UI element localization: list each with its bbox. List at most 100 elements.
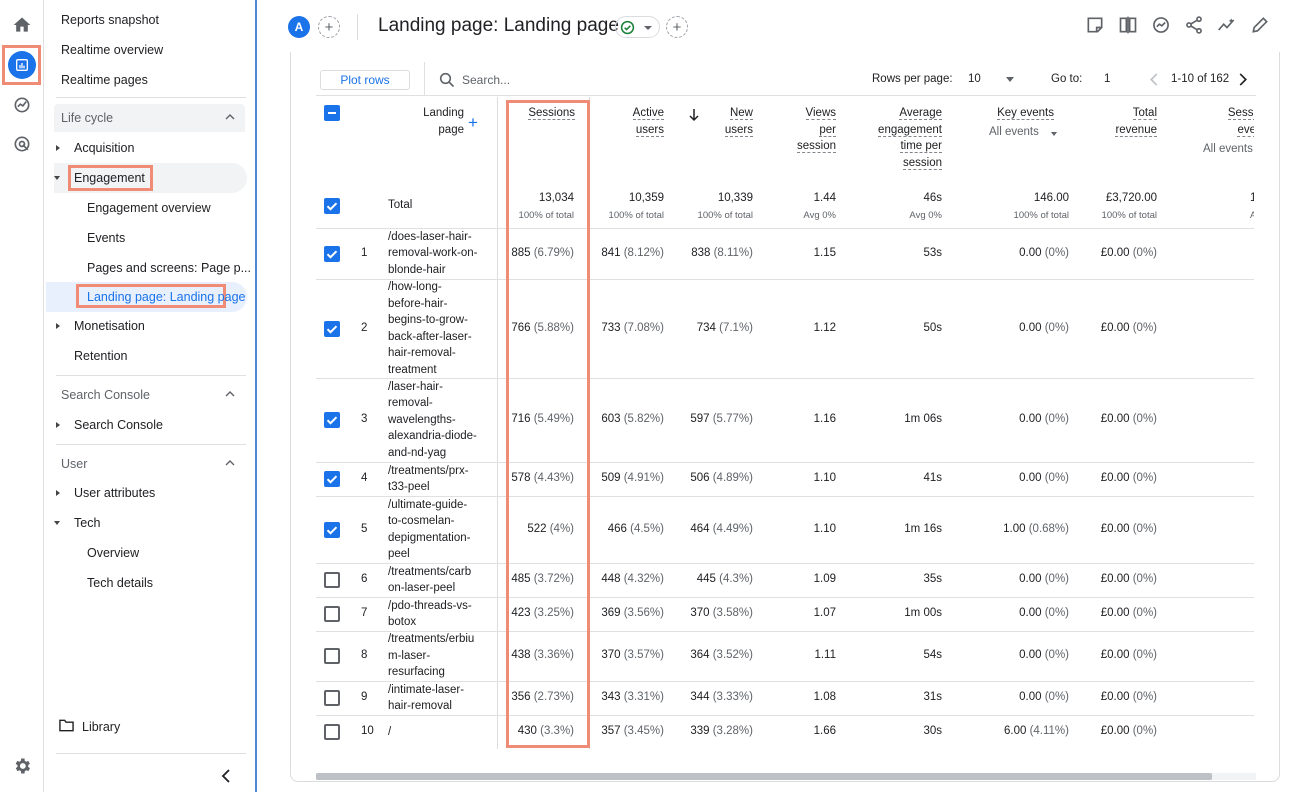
new-users-cell: 364 (3.52%)	[690, 649, 753, 661]
compare-icon[interactable]	[1118, 15, 1140, 37]
landing-page-link[interactable]: /	[388, 724, 488, 741]
views-per-session-header[interactable]: Views per session	[771, 105, 836, 155]
trend-icon[interactable]	[1217, 15, 1239, 37]
cell-value: £0.00	[1100, 522, 1130, 535]
row-checkbox[interactable]	[324, 412, 340, 428]
landing-page-link[interactable]: /ultimate-guide-to-cosmelan-depigmentati…	[388, 497, 488, 563]
row-checkbox[interactable]	[324, 606, 340, 622]
sidebar-item-realtime-overview[interactable]: Realtime overview	[61, 43, 163, 57]
session-key-events-header[interactable]: Sessi eve	[1196, 105, 1254, 138]
row-checkbox[interactable]	[324, 521, 340, 538]
total-views-sub: Avg 0%	[803, 210, 836, 221]
active-users-header[interactable]: Active users	[596, 105, 664, 138]
reports-icon[interactable]	[8, 51, 36, 79]
sidebar-item-tech-overview[interactable]: Overview	[87, 546, 139, 560]
header-line: Views	[805, 107, 836, 120]
customize-report-icon[interactable]	[1085, 15, 1107, 37]
plot-rows-button[interactable]: Plot rows	[320, 70, 410, 90]
row-checkbox[interactable]	[324, 320, 340, 337]
landing-page-link[interactable]: /does-laser-hair-removal-work-on-blonde-…	[388, 229, 488, 279]
landing-page-header[interactable]: Landing page	[406, 105, 464, 138]
sidebar-item-events[interactable]: Events	[87, 231, 125, 245]
cell-value: 364	[690, 649, 710, 661]
session-key-events-filter[interactable]: All events	[1203, 143, 1253, 155]
cell-percent: (3.58%)	[712, 607, 753, 619]
cell-percent: (3.57%)	[623, 649, 664, 661]
add-comparison-icon[interactable]: +	[318, 16, 340, 38]
total-views: 1.44	[813, 192, 836, 204]
key-events-filter[interactable]: All events	[989, 126, 1039, 138]
dropdown-arrow-icon	[644, 26, 652, 30]
sidebar-item-monetisation[interactable]: Monetisation	[74, 319, 145, 333]
expand-right-icon	[56, 323, 60, 329]
sidebar-item-pages-and-screens[interactable]: Pages and screens: Page p...	[87, 261, 251, 275]
avg-engagement-header[interactable]: Average engagement time per session	[856, 105, 942, 171]
add-dimension-icon[interactable]: +	[468, 114, 478, 131]
search-icon	[439, 72, 455, 88]
sidebar-item-search-console[interactable]: Search Console	[74, 418, 163, 432]
key-events-header[interactable]: Key events	[966, 105, 1054, 122]
row-checkbox[interactable]	[324, 245, 340, 262]
sidebar-item-tech-details[interactable]: Tech details	[87, 576, 153, 590]
prev-page-icon[interactable]	[1149, 73, 1159, 86]
rows-per-page-select[interactable]: 10	[968, 73, 981, 85]
landing-page-link[interactable]: /intimate-laser-hair-removal	[388, 682, 488, 715]
sidebar-item-landing-page[interactable]: Landing page: Landing page	[87, 290, 245, 304]
horizontal-scrollbar-thumb[interactable]	[316, 773, 1212, 780]
sidebar-item-reports-snapshot[interactable]: Reports snapshot	[61, 13, 159, 27]
sort-descending-icon[interactable]	[688, 108, 700, 122]
sidebar-item-engagement[interactable]: Engagement	[74, 171, 145, 185]
edit-icon[interactable]	[1250, 15, 1272, 37]
active-users-cell: 841 (8.12%)	[601, 247, 664, 259]
sidebar-item-user-attributes[interactable]: User attributes	[74, 486, 155, 500]
landing-page-link[interactable]: /treatments/carb on-laser-peel	[388, 564, 488, 597]
search-input[interactable]	[462, 70, 662, 90]
landing-page-link[interactable]: /treatments/prx-t33-peel	[388, 463, 488, 496]
advertising-icon[interactable]	[6, 128, 38, 160]
cell-percent: (0.68%)	[1028, 522, 1069, 535]
revenue-cell: £0.00 (0%)	[1101, 472, 1157, 484]
goto-input[interactable]: 1	[1104, 73, 1110, 85]
landing-page-link[interactable]: /pdo-threads-vs-botox	[388, 598, 488, 631]
row-checkbox[interactable]	[324, 724, 340, 740]
landing-page-link[interactable]: /laser-hair-removal-wavelengths-alexandr…	[388, 379, 488, 462]
share-icon[interactable]	[1184, 15, 1206, 37]
total-checkbox[interactable]	[324, 198, 340, 214]
revenue-cell: £0.00 (0%)	[1101, 607, 1157, 619]
cell-percent: (3.31%)	[623, 691, 664, 703]
settings-icon[interactable]	[6, 750, 38, 782]
row-checkbox[interactable]	[324, 648, 340, 664]
sidebar-item-engagement-overview[interactable]: Engagement overview	[87, 201, 211, 215]
landing-page-link[interactable]: /treatments/erbiu m-laser-resurfacing	[388, 631, 488, 681]
dropdown-arrow-icon[interactable]	[1051, 132, 1057, 136]
sidebar-item-acquisition[interactable]: Acquisition	[74, 141, 134, 155]
insights-icon[interactable]	[1151, 15, 1173, 37]
row-number: 3	[361, 413, 368, 425]
check-circle-icon	[620, 20, 635, 35]
landing-page-line: on-laser-peel	[388, 582, 456, 594]
row-checkbox[interactable]	[324, 471, 340, 487]
row-checkbox[interactable]	[324, 690, 340, 706]
explore-icon[interactable]	[6, 89, 38, 121]
sidebar-item-realtime-pages[interactable]: Realtime pages	[61, 73, 148, 87]
home-icon[interactable]	[6, 9, 38, 41]
next-page-icon[interactable]	[1238, 73, 1248, 86]
dropdown-arrow-icon[interactable]	[1006, 77, 1014, 82]
comparison-avatar[interactable]: A	[288, 16, 310, 38]
new-users-header[interactable]: New users	[706, 105, 753, 138]
landing-page-link[interactable]: /how-long-before-hair-begins-to-grow-bac…	[388, 279, 488, 378]
header-line: Average	[899, 107, 942, 120]
select-all-checkbox[interactable]	[324, 105, 340, 121]
collapse-sidebar-icon[interactable]	[221, 769, 231, 783]
sidebar-item-tech[interactable]: Tech	[74, 516, 100, 530]
add-filter-icon[interactable]: +	[666, 16, 688, 38]
row-checkbox[interactable]	[324, 572, 340, 588]
sidebar-item-library[interactable]: Library	[82, 720, 120, 734]
section-user[interactable]: User	[54, 450, 245, 478]
cell-value: £0.00	[1100, 725, 1130, 737]
sidebar-item-retention[interactable]: Retention	[74, 349, 128, 363]
status-dropdown[interactable]	[615, 16, 660, 38]
section-life-cycle[interactable]: Life cycle	[54, 104, 245, 132]
section-search-console[interactable]: Search Console	[54, 381, 245, 409]
total-revenue-header[interactable]: Total revenue	[1086, 105, 1157, 138]
